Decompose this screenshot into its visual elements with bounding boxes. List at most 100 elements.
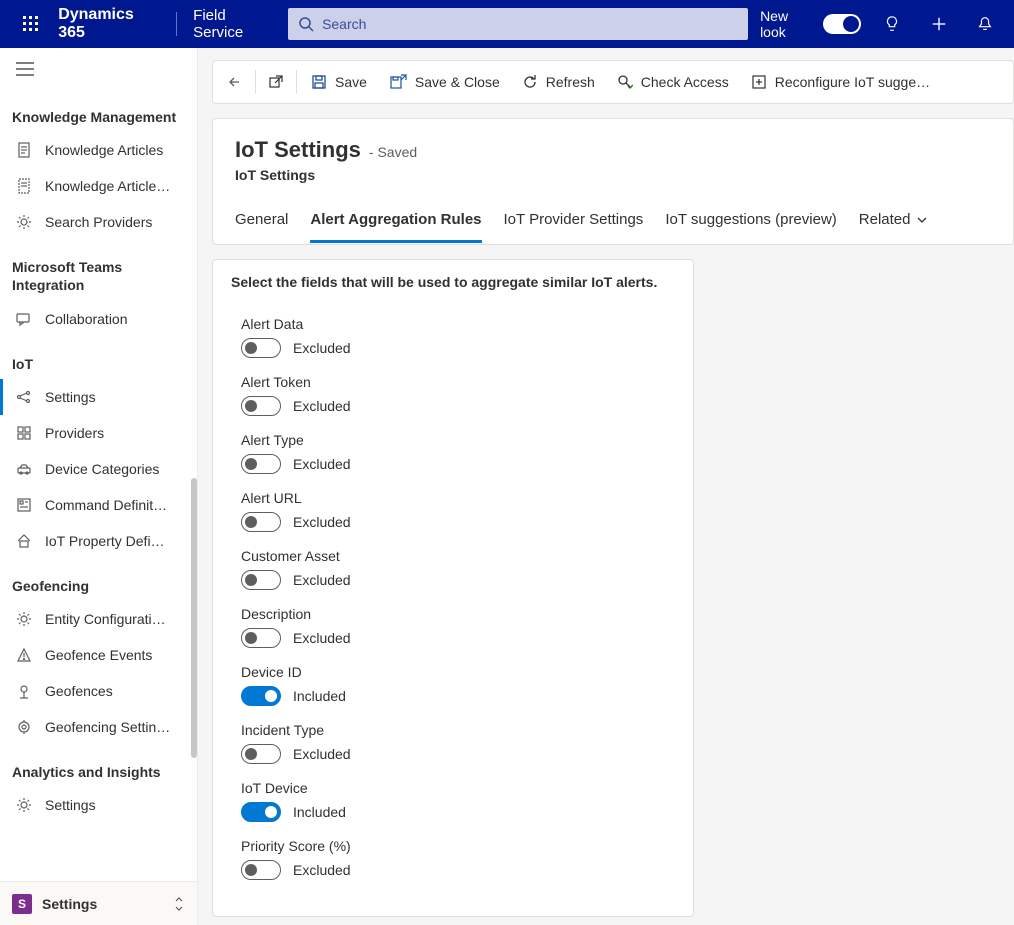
field-toggle[interactable] [241,628,281,648]
nav-section-title: Analytics and Insights [0,745,197,787]
sidebar-item[interactable]: Knowledge Article… [0,168,197,204]
sidebar-item[interactable]: Search Providers [0,204,197,240]
refresh-icon [522,74,538,90]
field-state: Excluded [293,398,351,414]
lightbulb-button[interactable] [871,0,913,48]
notifications-button[interactable] [964,0,1006,48]
sidebar-item[interactable]: Geofence Events [0,637,197,673]
sidebar-toggle[interactable] [0,48,197,90]
sidebar-item-label: IoT Property Defi… [45,533,165,549]
lightbulb-icon [883,15,901,33]
reconfigure-icon [751,74,767,90]
sidebar-item-label: Providers [45,425,104,441]
sidebar-scrollbar[interactable] [191,478,197,758]
check-access-label: Check Access [641,74,729,90]
open-new-button[interactable] [260,64,292,100]
tab[interactable]: Alert Aggregation Rules [310,203,481,243]
field-toggle[interactable] [241,396,281,416]
sidebar-item[interactable]: Geofences [0,673,197,709]
sidebar-item[interactable]: Collaboration [0,301,197,337]
area-switcher[interactable]: S Settings [0,881,197,925]
brand-label[interactable]: Dynamics 365 [58,6,160,42]
topbar: Dynamics 365 Field Service New look [0,0,1014,48]
field-toggle[interactable] [241,338,281,358]
target-icon [15,719,33,735]
sidebar-item[interactable]: Geofencing Settin… [0,709,197,745]
sidebar-item-label: Search Providers [45,214,152,230]
gear-icon [15,797,33,813]
sidebar-item-label: Geofences [45,683,113,699]
field-toggle[interactable] [241,686,281,706]
page-header-card: IoT Settings - Saved IoT Settings Genera… [212,118,1014,245]
aggregation-field: Customer Asset Excluded [241,548,675,590]
area-label: Settings [42,896,163,912]
app-launcher[interactable] [8,0,54,48]
save-button[interactable]: Save [301,64,377,100]
sidebar-item[interactable]: IoT Property Defi… [0,523,197,559]
tab[interactable]: IoT Provider Settings [504,203,644,243]
sidebar-item-label: Settings [45,389,96,405]
field-toggle[interactable] [241,454,281,474]
app-label[interactable]: Field Service [193,7,276,41]
tab[interactable]: Related [859,203,929,243]
check-access-icon [617,74,633,90]
field-label: Priority Score (%) [241,838,675,854]
search-input[interactable] [322,16,738,32]
field-toggle[interactable] [241,744,281,764]
form-tabs: General Alert Aggregation Rules IoT Provid… [235,203,991,244]
sidebar-item-label: Settings [45,797,96,813]
new-look-toggle[interactable]: New look [760,8,861,40]
sidebar-item[interactable]: Command Definit… [0,487,197,523]
add-button[interactable] [918,0,960,48]
tab-label: Related [859,211,911,228]
new-look-switch[interactable] [823,14,861,34]
save-label: Save [335,74,367,90]
sidebar-item-label: Geofencing Settin… [45,719,170,735]
field-label: Alert Type [241,432,675,448]
save-close-button[interactable]: Save & Close [379,64,510,100]
refresh-label: Refresh [546,74,595,90]
new-look-label: New look [760,8,815,40]
field-toggle[interactable] [241,570,281,590]
aggregation-field: Alert Token Excluded [241,374,675,416]
global-search[interactable] [288,8,748,40]
sidebar-item-label: Knowledge Article… [45,178,170,194]
save-close-label: Save & Close [415,74,500,90]
field-state: Included [293,804,346,820]
aggregation-field: Alert Type Excluded [241,432,675,474]
field-label: Alert Token [241,374,675,390]
pin-icon [15,683,33,699]
aggregation-field: Alert URL Excluded [241,490,675,532]
panel-instruction: Select the fields that will be used to a… [231,274,675,290]
field-state: Excluded [293,514,351,530]
back-button[interactable] [219,64,251,100]
cmd-icon [15,497,33,513]
tab[interactable]: General [235,203,288,243]
aggregation-field: Incident Type Excluded [241,722,675,764]
field-state: Excluded [293,862,351,878]
gear-icon [15,611,33,627]
field-state: Included [293,688,346,704]
field-toggle[interactable] [241,860,281,880]
page-title: IoT Settings [235,137,361,163]
tab-label: IoT suggestions (preview) [665,211,836,228]
hamburger-icon [16,62,34,76]
sidebar-item[interactable]: Entity Configurati… [0,601,197,637]
refresh-button[interactable]: Refresh [512,64,605,100]
nav-section-title: Knowledge Management [0,90,197,132]
sidebar-item[interactable]: Knowledge Articles [0,132,197,168]
check-access-button[interactable]: Check Access [607,64,739,100]
sidebar-item[interactable]: Settings [0,787,197,823]
field-toggle[interactable] [241,512,281,532]
aggregation-field: Description Excluded [241,606,675,648]
sidebar-item[interactable]: Settings [0,379,197,415]
field-state: Excluded [293,456,351,472]
tab[interactable]: IoT suggestions (preview) [665,203,836,243]
sidebar-item[interactable]: Device Categories [0,451,197,487]
field-state: Excluded [293,572,351,588]
nav-section-title: Microsoft Teams Integration [0,240,197,300]
sidebar-item[interactable]: Providers [0,415,197,451]
reconfigure-button[interactable]: Reconfigure IoT sugge… [741,64,940,100]
field-toggle[interactable] [241,802,281,822]
back-icon [227,74,243,90]
